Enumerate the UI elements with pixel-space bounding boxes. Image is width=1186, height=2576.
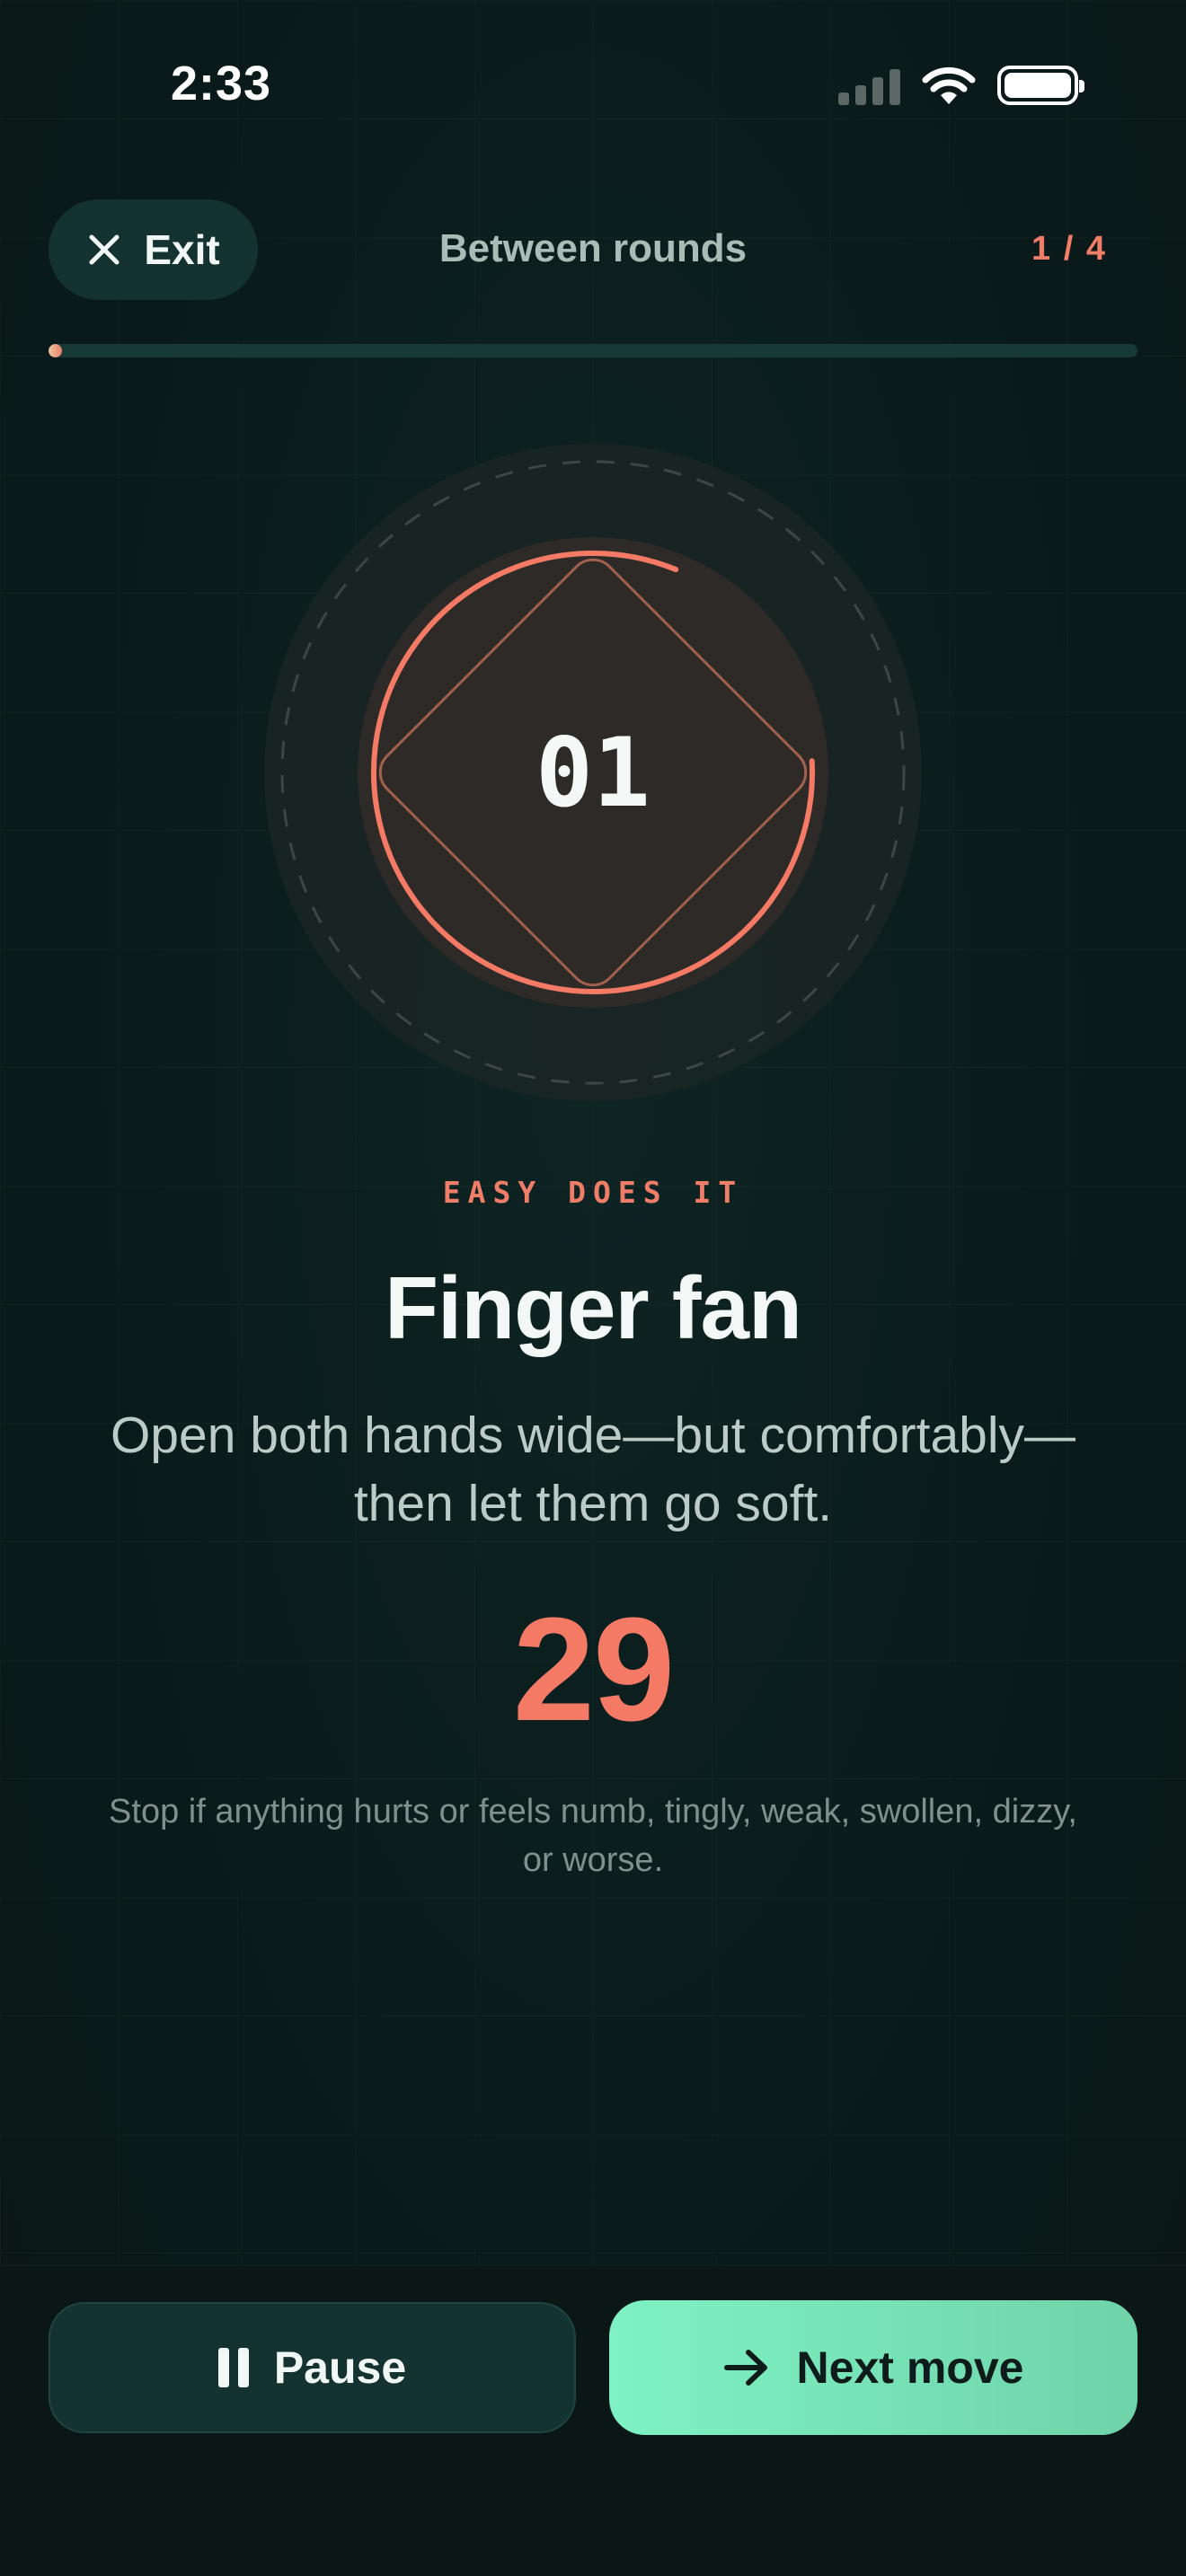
safety-note: Stop if anything hurts or feels numb, ti… xyxy=(109,1793,1077,1879)
page-title: Between rounds xyxy=(438,226,748,270)
exercise-eyebrow: EASY DOES IT xyxy=(442,1175,744,1210)
countdown-timer: 29 xyxy=(512,1587,675,1751)
status-icons xyxy=(838,65,1084,106)
arrow-right-icon xyxy=(723,2350,767,2386)
round-counter: 1 / 4 xyxy=(1031,230,1107,268)
battery-icon xyxy=(997,66,1084,105)
status-bar: 2:33 xyxy=(0,0,1186,171)
status-time: 2:33 xyxy=(171,57,272,110)
next-move-label: Next move xyxy=(796,2342,1024,2393)
wifi-icon xyxy=(922,66,976,104)
next-move-button[interactable]: Next move xyxy=(609,2300,1137,2435)
cellular-signal-icon xyxy=(838,66,900,105)
progress-bar xyxy=(49,344,1137,357)
pause-button[interactable]: Pause xyxy=(49,2302,576,2433)
round-number: 01 xyxy=(535,717,651,828)
exercise-instructions: Open both hands wide—but comfortably—the… xyxy=(110,1407,1076,1532)
progress-fill xyxy=(49,344,62,357)
pause-label: Pause xyxy=(273,2342,407,2393)
top-bar: Exit Between rounds 1 / 4 xyxy=(0,199,1186,302)
round-dial: 01 xyxy=(261,440,925,1105)
pause-icon xyxy=(217,2348,249,2387)
exercise-title: Finger fan xyxy=(385,1258,802,1357)
bottom-action-bar: Pause Next move xyxy=(0,2265,1186,2576)
